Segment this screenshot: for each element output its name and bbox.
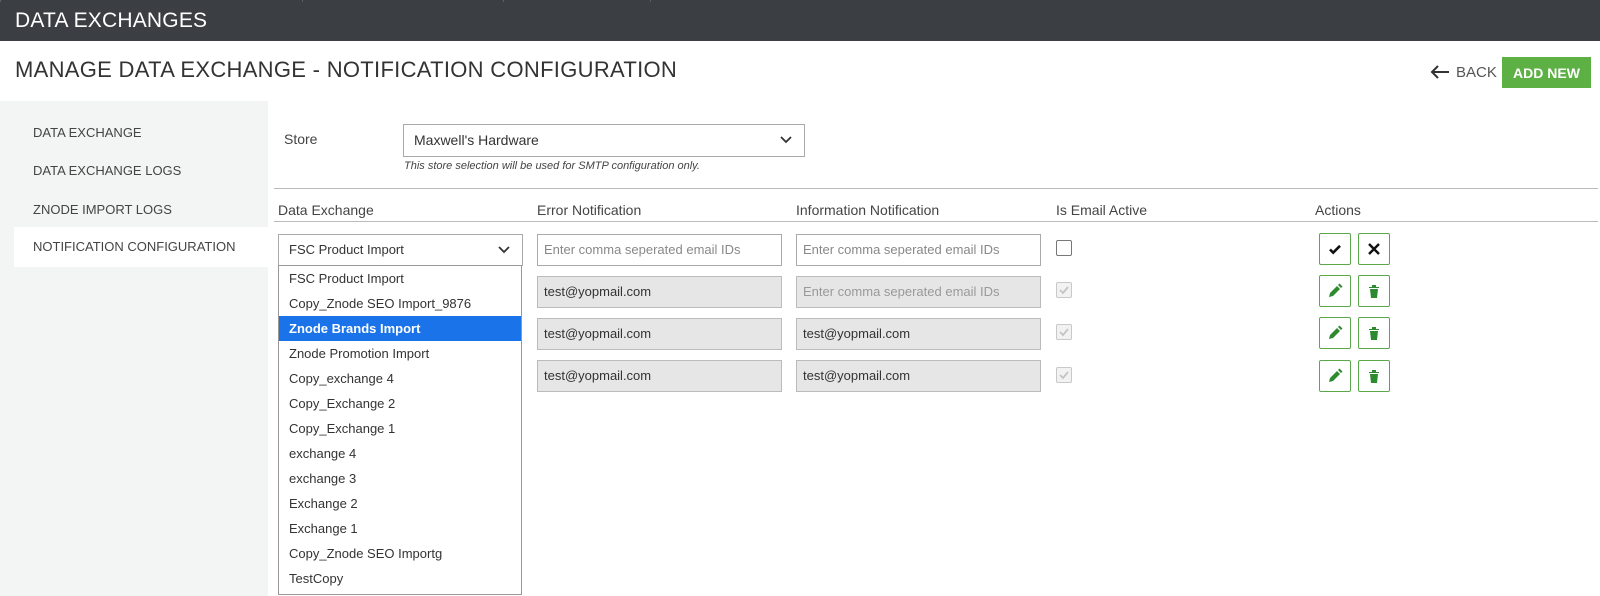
dropdown-option[interactable]: Exchange 2 (279, 491, 521, 516)
dropdown-option[interactable]: Znode Promotion Import (279, 341, 521, 366)
store-hint: This store selection will be used for SM… (404, 160, 700, 172)
check-icon (1059, 328, 1069, 337)
close-icon (1368, 243, 1380, 255)
pencil-icon (1329, 368, 1343, 382)
column-header-data-exchange: Data Exchange (278, 202, 374, 218)
dropdown-option[interactable]: Copy_Exchange 1 (279, 416, 521, 441)
dropdown-option[interactable]: TestCopy (279, 566, 521, 591)
delete-button[interactable] (1358, 275, 1390, 307)
dropdown-option[interactable]: exchange 4 (279, 441, 521, 466)
information-notification-value: test@yopmail.com (796, 318, 1041, 350)
email-active-checkbox (1056, 324, 1072, 340)
back-button[interactable]: BACK (1430, 59, 1497, 85)
information-notification-input[interactable]: Enter comma seperated email IDs (796, 234, 1041, 266)
save-button[interactable] (1319, 233, 1351, 265)
app-title: DATA EXCHANGES (15, 9, 208, 32)
email-active-checkbox (1056, 367, 1072, 383)
edit-button[interactable] (1319, 360, 1351, 392)
back-label: BACK (1456, 63, 1497, 81)
edit-button[interactable] (1319, 275, 1351, 307)
store-select[interactable]: Maxwell's Hardware (403, 124, 805, 157)
trash-icon (1369, 285, 1379, 298)
dropdown-option[interactable]: exchange 3 (279, 466, 521, 491)
data-exchange-select-value: FSC Product Import (289, 242, 404, 257)
chevron-down-icon (498, 246, 510, 254)
sidebar-item-label: NOTIFICATION CONFIGURATION (33, 239, 236, 254)
column-header-is-email-active: Is Email Active (1056, 202, 1148, 218)
data-exchange-select[interactable]: FSC Product Import (278, 234, 523, 266)
app-topbar: DATA EXCHANGES (0, 0, 1600, 41)
dropdown-option[interactable]: Exchange 1 (279, 516, 521, 541)
dropdown-option[interactable]: Copy_Exchange 2 (279, 391, 521, 416)
error-notification-value: test@yopmail.com (537, 276, 782, 308)
dropdown-option[interactable]: FSC Product Import (279, 266, 521, 291)
check-icon (1059, 286, 1069, 295)
main-content: Store Maxwell's Hardware This store sele… (268, 101, 1600, 596)
table-header-divider (274, 221, 1598, 222)
delete-button[interactable] (1358, 360, 1390, 392)
column-header-actions: Actions (1315, 202, 1361, 218)
store-label: Store (284, 131, 318, 147)
sidebar-item-data-exchange-logs[interactable]: DATA EXCHANGE LOGS (33, 163, 181, 178)
cancel-button[interactable] (1358, 233, 1390, 265)
sidebar-item-data-exchange[interactable]: DATA EXCHANGE (33, 125, 142, 140)
check-icon (1329, 244, 1341, 255)
page-title: MANAGE DATA EXCHANGE - NOTIFICATION CONF… (15, 57, 678, 82)
dropdown-option[interactable]: Copy_Znode SEO Import_9876 (279, 291, 521, 316)
column-header-error-notification: Error Notification (537, 202, 642, 218)
column-header-information-notification: Information Notification (796, 202, 940, 218)
table-top-divider (274, 188, 1598, 189)
sidebar: DATA EXCHANGE DATA EXCHANGE LOGS ZNODE I… (0, 101, 268, 596)
trash-icon (1369, 327, 1379, 340)
information-notification-value: Enter comma seperated email IDs (796, 276, 1041, 308)
page-header: MANAGE DATA EXCHANGE - NOTIFICATION CONF… (0, 41, 1600, 101)
store-select-value: Maxwell's Hardware (414, 132, 539, 148)
data-exchange-dropdown: FSC Product Import Copy_Znode SEO Import… (278, 265, 522, 595)
error-notification-input[interactable]: Enter comma seperated email IDs (537, 234, 782, 266)
chevron-down-icon (780, 136, 792, 144)
pencil-icon (1329, 325, 1343, 339)
information-notification-value: test@yopmail.com (796, 360, 1041, 392)
email-active-checkbox (1056, 282, 1072, 298)
pencil-icon (1329, 283, 1343, 297)
sidebar-item-notification-configuration[interactable]: NOTIFICATION CONFIGURATION (14, 227, 268, 267)
trash-icon (1369, 370, 1379, 383)
email-active-checkbox[interactable] (1056, 240, 1072, 256)
dropdown-option[interactable]: Copy_Znode SEO Importg (279, 541, 521, 566)
sidebar-item-znode-import-logs[interactable]: ZNODE IMPORT LOGS (33, 202, 172, 217)
arrow-left-icon (1430, 65, 1449, 79)
add-new-button[interactable]: ADD NEW (1502, 57, 1591, 88)
error-notification-value: test@yopmail.com (537, 318, 782, 350)
error-notification-value: test@yopmail.com (537, 360, 782, 392)
dropdown-option-highlighted[interactable]: Znode Brands Import (279, 316, 521, 341)
dropdown-option[interactable]: Copy_exchange 4 (279, 366, 521, 391)
delete-button[interactable] (1358, 317, 1390, 349)
edit-button[interactable] (1319, 317, 1351, 349)
check-icon (1059, 371, 1069, 380)
